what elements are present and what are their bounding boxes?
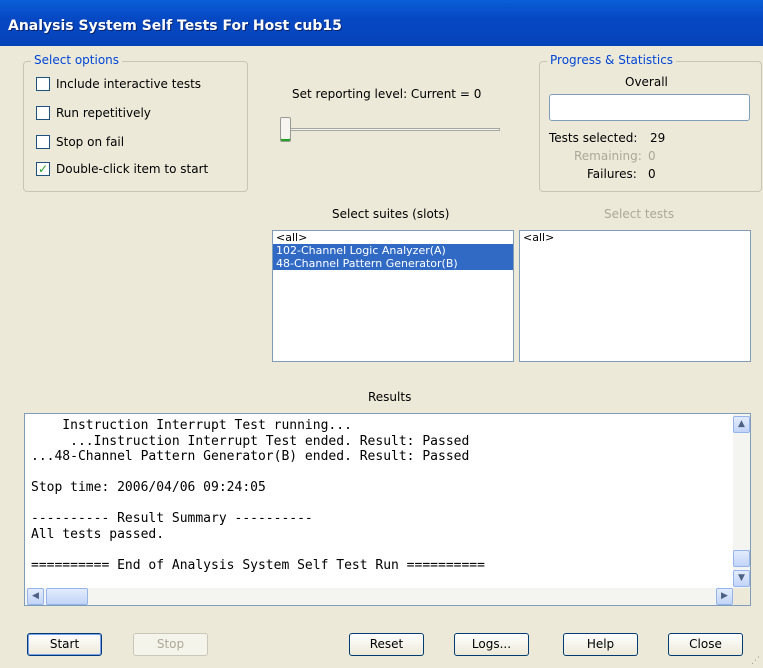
help-button[interactable]: Help xyxy=(563,633,638,656)
checkbox-box xyxy=(36,135,50,149)
suites-listbox[interactable]: <all> 102-Channel Logic Analyzer(A) 48-C… xyxy=(272,230,514,362)
include-interactive-tests-checkbox[interactable]: Include interactive tests xyxy=(36,76,201,92)
run-repetitively-checkbox[interactable]: Run repetitively xyxy=(36,105,151,121)
select-options-legend: Select options xyxy=(31,53,123,67)
scroll-left-arrow-icon[interactable]: ◀ xyxy=(27,588,44,605)
title-bar[interactable]: Analysis System Self Tests For Host cub1… xyxy=(0,0,763,46)
overall-label: Overall xyxy=(625,75,668,89)
checkbox-label: Include interactive tests xyxy=(56,77,202,91)
vertical-scroll-thumb[interactable] xyxy=(733,550,750,567)
result-line: ---------- Result Summary ---------- xyxy=(31,511,313,526)
result-line: Instruction Interrupt Test running... xyxy=(31,418,352,433)
progress-statistics-legend: Progress & Statistics xyxy=(547,53,677,67)
results-label: Results xyxy=(368,390,412,404)
checkbox-label: Stop on fail xyxy=(56,135,125,149)
result-line: ========== End of Analysis System Self T… xyxy=(31,557,485,573)
suite-item-logic-analyzer[interactable]: 102-Channel Logic Analyzer(A) xyxy=(273,244,513,257)
checkbox-label: Double-click item to start xyxy=(56,162,209,176)
reporting-level-slider-track[interactable] xyxy=(282,128,500,131)
tests-listbox[interactable]: <all> xyxy=(519,230,751,362)
start-button[interactable]: Start xyxy=(27,633,102,656)
check-mark-icon: ✓ xyxy=(36,162,50,176)
resize-grip-icon[interactable]: ⋰ xyxy=(751,656,761,666)
results-text: Instruction Interrupt Test running... ..… xyxy=(31,418,485,573)
reset-button[interactable]: Reset xyxy=(349,633,424,656)
overall-progress-bar xyxy=(549,94,750,121)
scroll-right-arrow-icon[interactable]: ▶ xyxy=(716,588,733,605)
select-suites-label: Select suites (slots) xyxy=(332,207,450,221)
window-title: Analysis System Self Tests For Host cub1… xyxy=(8,18,342,34)
result-line: ...48-Channel Pattern Generator(B) ended… xyxy=(31,449,470,464)
scroll-up-arrow-icon[interactable]: ▲ xyxy=(733,416,750,433)
scrollbar-corner xyxy=(733,588,750,605)
stop-on-fail-checkbox[interactable]: Stop on fail xyxy=(36,134,124,150)
remaining-label: Remaining: xyxy=(574,149,642,163)
tests-selected-value: 29 xyxy=(650,131,666,145)
checkbox-label: Run repetitively xyxy=(56,106,151,120)
test-item-all[interactable]: <all> xyxy=(520,231,750,244)
reporting-level-label: Set reporting level: Current = 0 xyxy=(292,87,482,101)
close-button[interactable]: Close xyxy=(668,633,743,656)
failures-value: 0 xyxy=(648,167,656,181)
result-line xyxy=(31,496,485,512)
result-line: All tests passed. xyxy=(31,526,165,542)
stop-button[interactable]: Stop xyxy=(133,633,208,656)
horizontal-scroll-thumb[interactable] xyxy=(46,588,88,605)
checkbox-box xyxy=(36,77,50,91)
remaining-value: 0 xyxy=(648,149,656,163)
scroll-down-arrow-icon[interactable]: ▼ xyxy=(733,570,750,587)
suite-item-all[interactable]: <all> xyxy=(273,231,513,244)
results-vertical-scrollbar[interactable]: ▲ ▼ xyxy=(733,414,750,588)
tests-selected-label: Tests selected: xyxy=(549,131,638,145)
select-options-group: Select options Include interactive tests… xyxy=(23,53,248,192)
results-textarea[interactable]: Instruction Interrupt Test running... ..… xyxy=(24,413,751,606)
results-horizontal-scrollbar[interactable]: ◀ ▶ xyxy=(25,588,735,605)
select-tests-label: Select tests xyxy=(604,207,675,221)
checkbox-box xyxy=(36,106,50,120)
result-line xyxy=(31,465,485,481)
suite-item-pattern-generator[interactable]: 48-Channel Pattern Generator(B) xyxy=(273,257,513,270)
logs-button[interactable]: Logs... xyxy=(454,633,529,656)
reporting-level-slider-thumb[interactable] xyxy=(280,117,291,142)
self-test-window: Analysis System Self Tests For Host cub1… xyxy=(0,0,763,668)
failures-label: Failures: xyxy=(587,167,637,181)
result-line: Stop time: 2006/04/06 09:24:05 xyxy=(31,480,266,495)
result-line xyxy=(31,542,485,558)
result-line: ...Instruction Interrupt Test ended. Res… xyxy=(31,433,470,449)
double-click-to-start-checkbox[interactable]: ✓ Double-click item to start xyxy=(36,161,208,177)
